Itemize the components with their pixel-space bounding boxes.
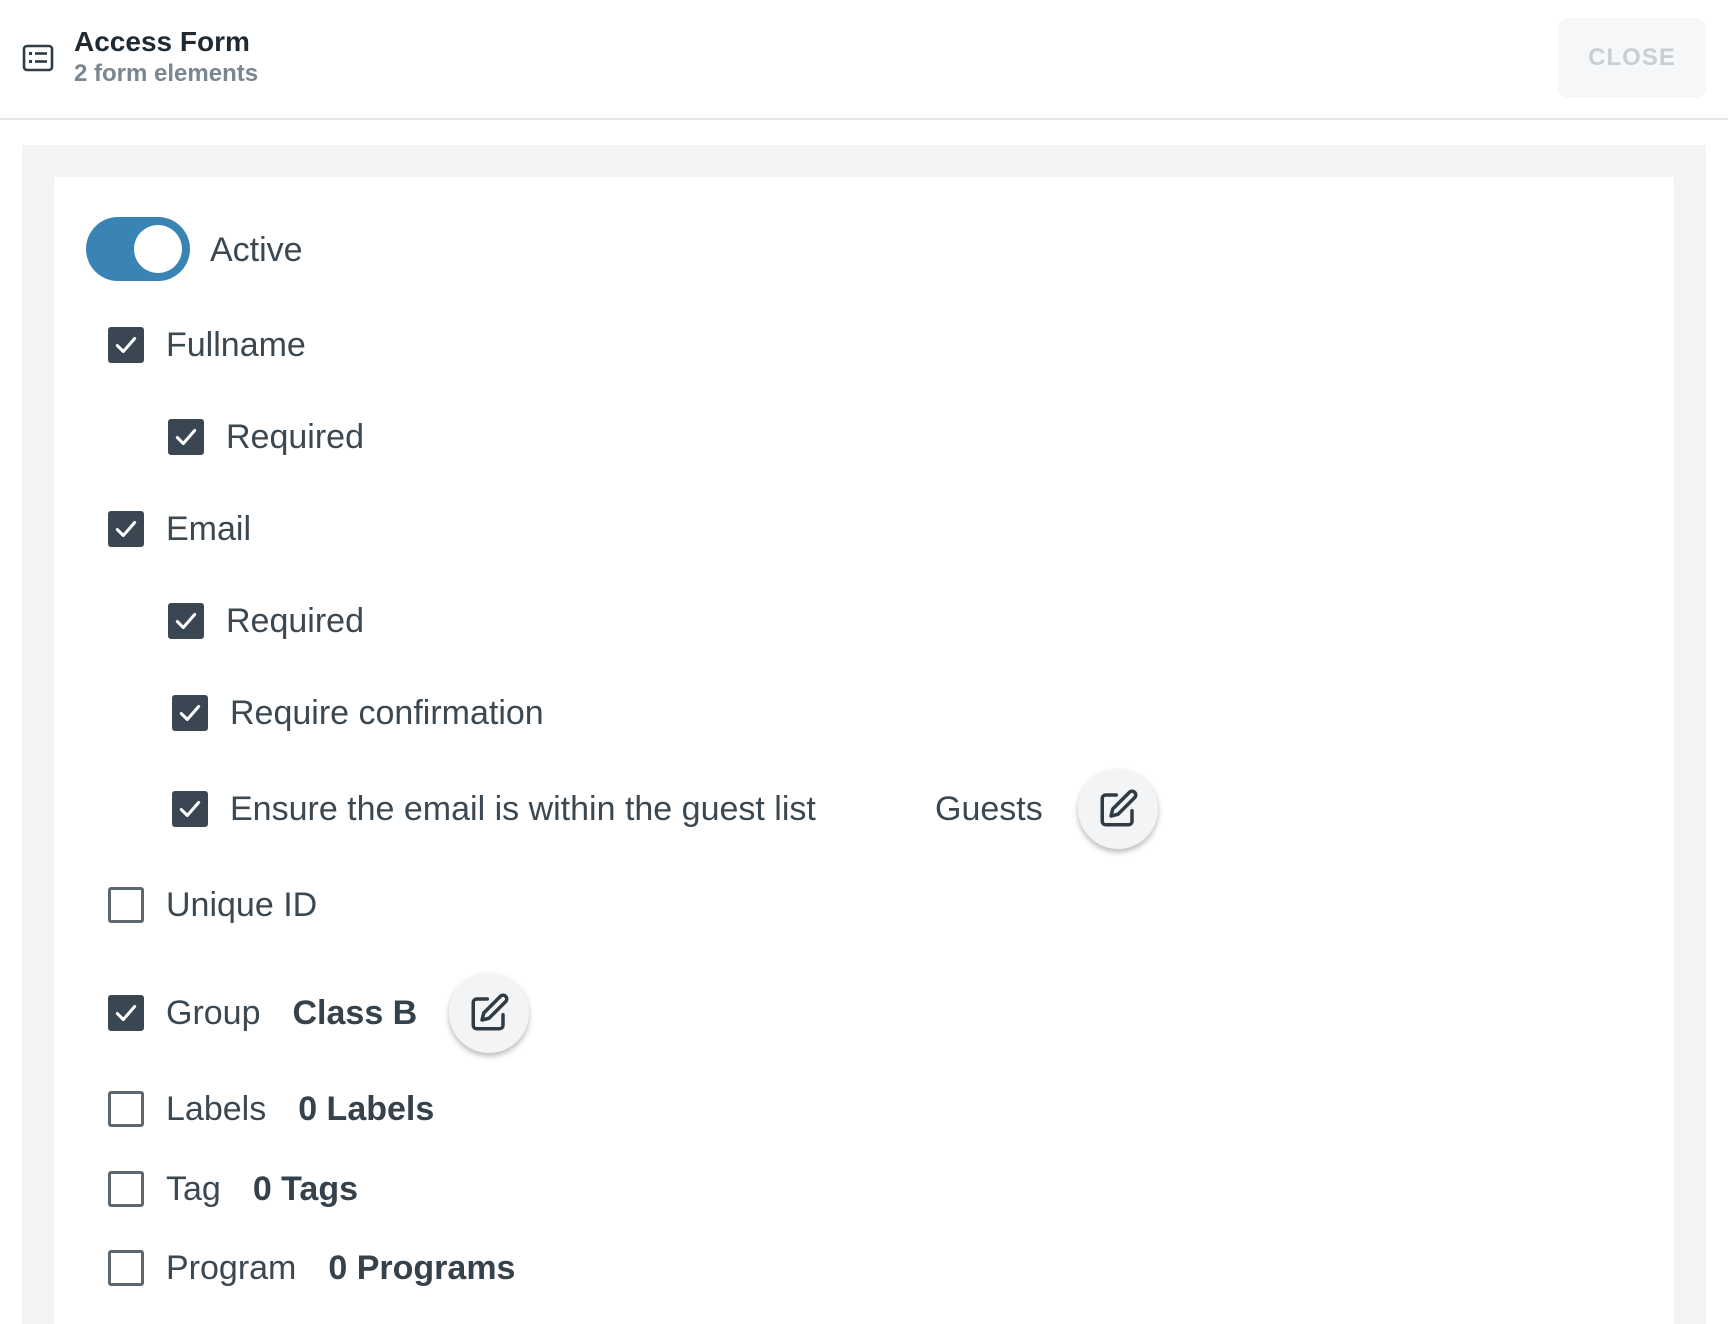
group-field-row: Group Class B — [108, 993, 417, 1033]
close-button[interactable]: CLOSE — [1558, 18, 1706, 98]
page-subtitle: 2 form elements — [74, 60, 259, 87]
program-label: Program — [166, 1248, 297, 1287]
check-icon — [115, 336, 137, 354]
fullname-field-row: Fullname — [108, 325, 306, 365]
unique-id-checkbox[interactable] — [108, 887, 144, 923]
check-icon — [115, 1004, 137, 1022]
email-checkbox[interactable] — [108, 511, 144, 547]
edit-icon — [471, 993, 509, 1031]
labels-field-row: Labels 0 Labels — [108, 1089, 434, 1129]
program-checkbox[interactable] — [108, 1250, 144, 1286]
form-list-icon — [22, 44, 54, 72]
email-guest-list-label: Ensure the email is within the guest lis… — [230, 789, 816, 828]
edit-icon — [1100, 789, 1138, 827]
program-field-row: Program 0 Programs — [108, 1248, 515, 1288]
program-value: 0 Programs — [328, 1248, 516, 1287]
guest-list-name: Guests — [935, 789, 1043, 828]
email-label: Email — [166, 509, 252, 548]
fullname-required-row: Required — [168, 417, 364, 457]
check-icon — [175, 612, 197, 630]
fullname-required-label: Required — [226, 417, 364, 456]
tag-field-row: Tag 0 Tags — [108, 1169, 358, 1209]
active-toggle-label: Active — [210, 231, 303, 269]
page-title: Access Form — [74, 26, 250, 57]
toggle-knob — [134, 225, 182, 273]
edit-group-button[interactable] — [449, 973, 529, 1053]
unique-id-label: Unique ID — [166, 885, 318, 924]
email-guest-list-checkbox[interactable] — [172, 791, 208, 827]
email-confirmation-checkbox[interactable] — [172, 695, 208, 731]
tag-label: Tag — [166, 1169, 221, 1208]
form-header: Access Form 2 form elements CLOSE — [0, 0, 1728, 120]
check-icon — [115, 520, 137, 538]
email-required-label: Required — [226, 601, 364, 640]
group-label: Group — [166, 993, 261, 1032]
tag-value: 0 Tags — [252, 1169, 359, 1208]
group-checkbox[interactable] — [108, 995, 144, 1031]
fullname-checkbox[interactable] — [108, 327, 144, 363]
email-required-checkbox[interactable] — [168, 603, 204, 639]
labels-checkbox[interactable] — [108, 1091, 144, 1127]
guest-list-name-row: Guests — [935, 789, 1043, 829]
email-guest-list-row: Ensure the email is within the guest lis… — [172, 789, 816, 829]
email-required-row: Required — [168, 601, 364, 641]
labels-label: Labels — [166, 1089, 267, 1128]
email-confirmation-label: Require confirmation — [230, 693, 544, 732]
check-icon — [179, 704, 201, 722]
active-toggle[interactable] — [86, 217, 190, 281]
group-value: Class B — [292, 993, 418, 1032]
edit-guest-list-button[interactable] — [1078, 769, 1158, 849]
email-field-row: Email — [108, 509, 251, 549]
check-icon — [175, 428, 197, 446]
labels-value: 0 Labels — [298, 1089, 435, 1128]
tag-checkbox[interactable] — [108, 1171, 144, 1207]
unique-id-field-row: Unique ID — [108, 885, 317, 925]
email-confirmation-row: Require confirmation — [172, 693, 544, 733]
fullname-label: Fullname — [166, 325, 306, 364]
fullname-required-checkbox[interactable] — [168, 419, 204, 455]
check-icon — [179, 800, 201, 818]
